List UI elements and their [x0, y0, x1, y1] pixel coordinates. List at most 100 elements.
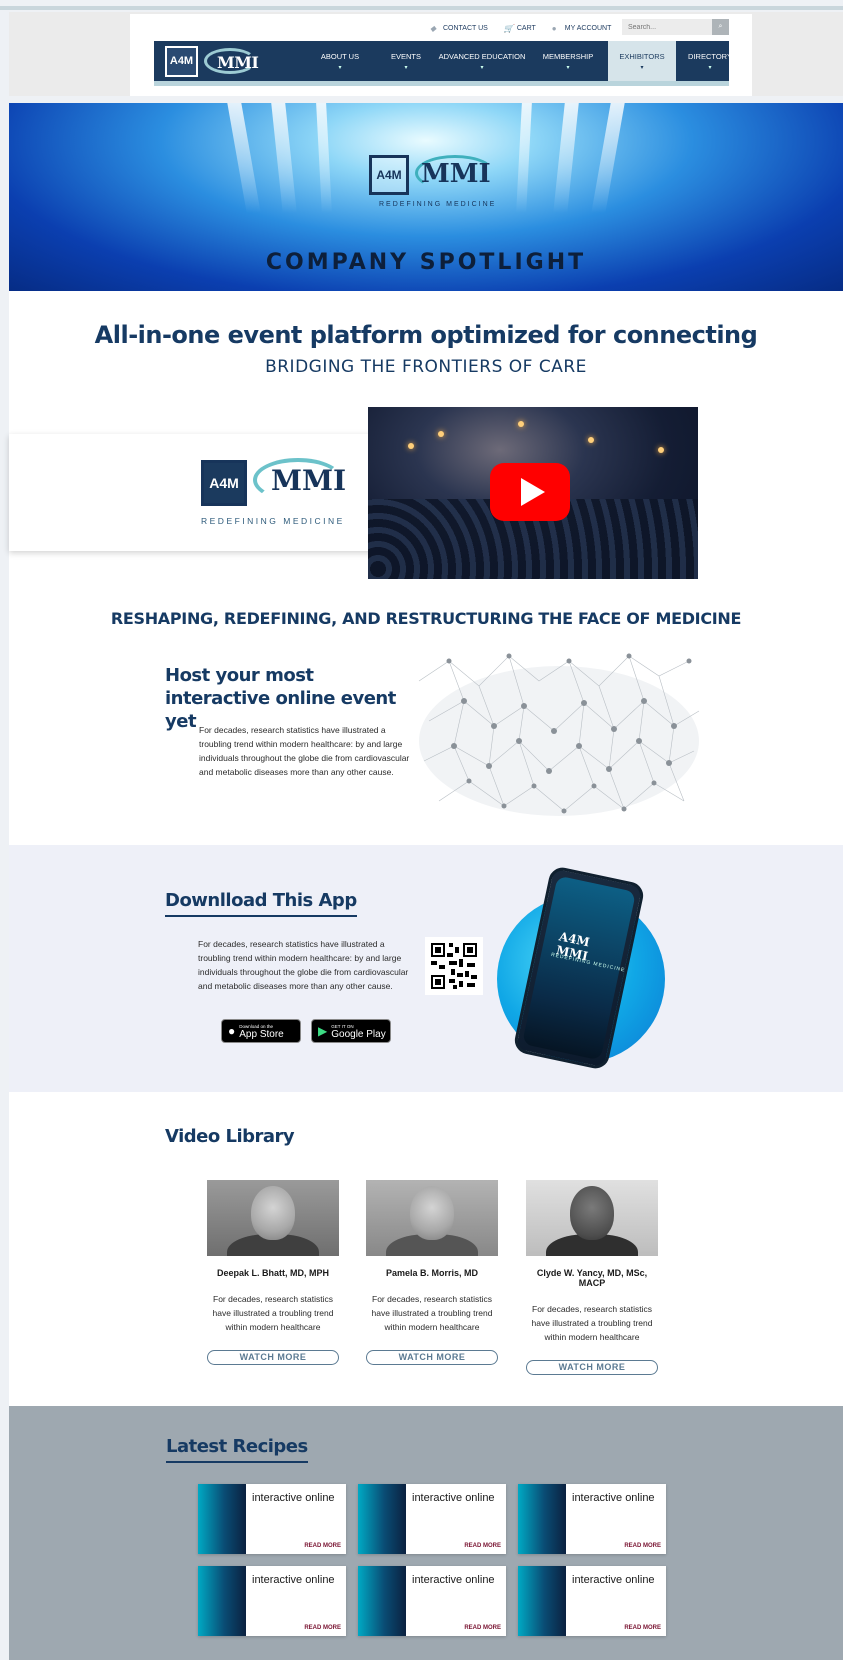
- recipe-thumbnail: [518, 1566, 566, 1636]
- recipe-title: interactive online: [572, 1574, 655, 1586]
- chevron-down-icon: ▾: [566, 64, 570, 71]
- hero-logo-tagline: REDEFINING MEDICINE: [379, 201, 497, 208]
- read-more-link[interactable]: READ MORE: [464, 1543, 501, 1549]
- speaker-card: Deepak L. Bhatt, MD, MPH For decades, re…: [207, 1180, 339, 1365]
- hero-logo-mark: A4M: [369, 155, 409, 195]
- recipe-title: interactive online: [412, 1574, 495, 1586]
- watch-more-button[interactable]: WATCH MORE: [207, 1350, 339, 1365]
- recipe-title: interactive online: [252, 1492, 335, 1504]
- read-more-link[interactable]: READ MORE: [464, 1625, 501, 1631]
- chevron-down-icon: ▾: [338, 64, 342, 71]
- play-button[interactable]: [490, 463, 570, 521]
- nav-items: ABOUT US ▾ EVENTS ▾ ADVANCED EDUCATION ▾ ME…: [304, 41, 744, 85]
- watch-more-button[interactable]: WATCH MORE: [366, 1350, 498, 1365]
- recipe-card[interactable]: interactive online READ MORE: [198, 1566, 346, 1636]
- nav-membership[interactable]: MEMBERSHIP ▾: [528, 41, 608, 81]
- hero-title: COMPANY SPOTLIGHT: [265, 250, 587, 275]
- light-beam: [227, 103, 261, 213]
- top-strip: [0, 6, 843, 10]
- recipe-card[interactable]: interactive online READ MORE: [358, 1484, 506, 1554]
- apple-icon: ●: [228, 1024, 236, 1038]
- watch-more-button[interactable]: WATCH MORE: [526, 1360, 658, 1375]
- recipe-thumbnail: [518, 1484, 566, 1554]
- video-player[interactable]: [368, 407, 698, 579]
- app-section: Downlload This App For decades, research…: [9, 845, 843, 1092]
- speaker-name: Clyde W. Yancy, MD, MSc, MACP: [536, 1268, 648, 1288]
- light-beam: [316, 103, 332, 213]
- chevron-down-icon: ▾: [640, 64, 644, 71]
- read-more-link[interactable]: READ MORE: [624, 1625, 661, 1631]
- read-more-link[interactable]: READ MORE: [624, 1543, 661, 1549]
- utility-bar: ◆ CONTACT US 🛒 CART ● MY ACCOUNT: [430, 20, 611, 36]
- page: ◆ CONTACT US 🛒CART ● MY ACCOUNT ⌕ A4M MMI …: [0, 0, 843, 1660]
- intro-heading: All-in-one event platform optimized for …: [94, 321, 758, 349]
- read-more-link[interactable]: READ MORE: [304, 1625, 341, 1631]
- logo-name: MMI: [217, 53, 259, 72]
- nav-directory[interactable]: DIRECTORY ▾: [676, 41, 744, 81]
- contact-label: CONTACT US: [443, 24, 488, 32]
- cart-icon: 🛒: [503, 23, 514, 33]
- speaker-name: Pamela B. Morris, MD: [385, 1268, 479, 1278]
- intro-subheading: BRIDGING THE FRONTIERS OF CARE: [265, 357, 587, 377]
- recipe-card[interactable]: interactive online READ MORE: [358, 1566, 506, 1636]
- hero-logo: A4M MMI REDEFINING MEDICINE: [369, 153, 499, 213]
- recipe-card[interactable]: interactive online READ MORE: [198, 1484, 346, 1554]
- read-more-link[interactable]: READ MORE: [304, 1543, 341, 1549]
- speaker-desc: For decades, research statistics have il…: [371, 1294, 493, 1332]
- recipes-section: Latest Recipes interactive online READ M…: [9, 1406, 843, 1660]
- chevron-down-icon: ▾: [480, 64, 484, 71]
- light-beam: [591, 103, 625, 213]
- search-icon: ⌕: [718, 23, 723, 30]
- search-button[interactable]: ⌕: [712, 19, 729, 35]
- user-icon: ●: [551, 23, 557, 33]
- recipe-card[interactable]: interactive online READ MORE: [518, 1484, 666, 1554]
- play-big-text: Google Play: [331, 1029, 386, 1040]
- logo-panel: A4M MMI REDEFINING MEDICINE: [9, 434, 382, 551]
- stage-light: [588, 437, 594, 443]
- recipe-title: interactive online: [412, 1492, 495, 1504]
- stage-light: [658, 447, 664, 453]
- speaker-photo: [526, 1180, 658, 1256]
- recipe-thumbnail: [358, 1484, 406, 1554]
- stage-light: [438, 431, 444, 437]
- nav-exhibitors[interactable]: EXHIBITORS ▾: [608, 41, 676, 85]
- speaker-name: Deepak L. Bhatt, MD, MPH: [216, 1268, 329, 1278]
- host-text: For decades, research statistics have il…: [199, 725, 410, 777]
- nav-label: ADVANCED EDUCATION: [438, 51, 526, 61]
- panel-logo-name: MMI: [271, 464, 347, 497]
- speaker-card: Pamela B. Morris, MD For decades, resear…: [366, 1180, 498, 1365]
- hero-banner: A4M MMI REDEFINING MEDICINE COMPANY SPOT…: [9, 103, 843, 291]
- recipe-thumbnail: [198, 1566, 246, 1636]
- account-link[interactable]: ● MY ACCOUNT: [551, 23, 612, 33]
- appstore-big-text: App Store: [239, 1029, 284, 1040]
- video-library-title: Video Library: [165, 1126, 295, 1147]
- google-play-badge[interactable]: ▶ GET IT ON Google Play: [311, 1019, 391, 1043]
- nav-about-us[interactable]: ABOUT US ▾: [304, 41, 376, 81]
- play-icon: ▶: [318, 1024, 328, 1038]
- recipe-card[interactable]: interactive online READ MORE: [518, 1566, 666, 1636]
- hero-logo-name: MMI: [421, 159, 491, 189]
- light-beam: [516, 103, 532, 213]
- cart-label: CART: [516, 24, 536, 32]
- recipe-thumbnail: [358, 1566, 406, 1636]
- qr-code[interactable]: [425, 937, 483, 995]
- photo-head: [570, 1186, 614, 1240]
- video-library-section: Video Library Deepak L. Bhatt, MD, MPH F…: [9, 1092, 843, 1406]
- nav-events[interactable]: EVENTS ▾: [376, 41, 436, 81]
- speaker-desc: For decades, research statistics have il…: [212, 1294, 334, 1332]
- speaker-desc: For decades, research statistics have il…: [531, 1304, 653, 1342]
- search-input[interactable]: [622, 19, 712, 35]
- app-store-badge[interactable]: ● Download on the App Store: [221, 1019, 301, 1043]
- search-box: ⌕: [622, 19, 729, 35]
- recipe-title: interactive online: [252, 1574, 335, 1586]
- contact-link[interactable]: ◆ CONTACT US: [430, 23, 488, 33]
- speaker-card: Clyde W. Yancy, MD, MSc, MACP For decade…: [526, 1180, 658, 1375]
- recipe-thumbnail: [198, 1484, 246, 1554]
- stage-light: [518, 421, 524, 427]
- nav-label: EXHIBITORS: [619, 51, 665, 61]
- nav-advanced-education[interactable]: ADVANCED EDUCATION ▾: [436, 41, 528, 81]
- logo-mark[interactable]: A4M: [165, 45, 198, 77]
- chevron-down-icon: ▾: [708, 64, 712, 71]
- diamond-icon: ◆: [430, 23, 437, 33]
- cart-link[interactable]: 🛒 CART: [503, 23, 536, 33]
